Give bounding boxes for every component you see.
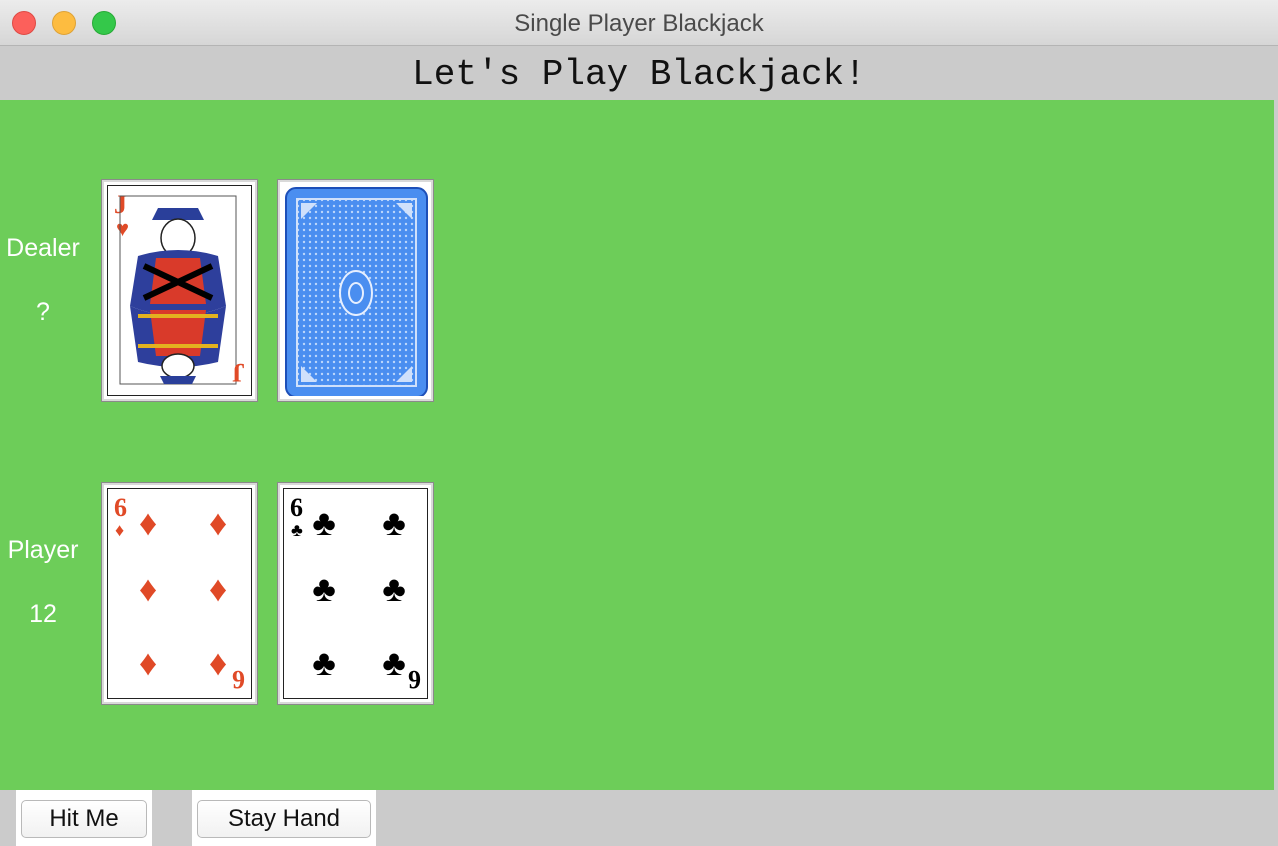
card-rank-inverted: 6 bbox=[232, 665, 245, 694]
dealer-label: Dealer bbox=[6, 234, 80, 262]
club-pip: ♣ bbox=[382, 568, 406, 609]
club-pip: ♣ bbox=[382, 642, 406, 683]
diamond-pip: ♦ bbox=[208, 502, 228, 543]
club-pip: ♣ bbox=[312, 642, 336, 683]
card-suit: ♣ bbox=[291, 520, 303, 540]
diamond-pip: ♦ bbox=[138, 502, 158, 543]
dealer-score: ? bbox=[36, 298, 50, 326]
dealer-card-jack-hearts: J ♥ J bbox=[101, 179, 258, 402]
card-rank-inverted: J bbox=[232, 358, 245, 387]
stay-hand-button[interactable]: Stay Hand bbox=[197, 800, 371, 838]
jack-illustration bbox=[119, 195, 237, 385]
diamond-pip: ♦ bbox=[138, 642, 158, 683]
player-card-6-clubs: 6 ♣ ♣ ♣ ♣ ♣ ♣ ♣ 6 bbox=[277, 482, 434, 705]
game-heading: Let's Play Blackjack! bbox=[412, 54, 866, 95]
dealer-card-hidden bbox=[277, 179, 434, 402]
diamond-pip: ♦ bbox=[138, 568, 158, 609]
card-rank: 6 bbox=[114, 493, 127, 522]
player-card-6-diamonds: 6 ♦ ♦ ♦ ♦ ♦ ♦ ♦ 6 bbox=[101, 482, 258, 705]
heading-band: Let's Play Blackjack! bbox=[0, 46, 1278, 100]
stay-button-well: Stay Hand bbox=[192, 790, 376, 846]
hit-me-button[interactable]: Hit Me bbox=[21, 800, 147, 838]
card-table: Dealer ? J ♥ J Player 12 6 ♦ ♦ ♦ ♦ ♦ ♦ ♦… bbox=[0, 100, 1274, 790]
player-score: 12 bbox=[29, 600, 57, 628]
card-suit: ♦ bbox=[115, 520, 125, 540]
card-rank-inverted: 6 bbox=[408, 665, 421, 694]
club-pip: ♣ bbox=[312, 502, 336, 543]
club-pip: ♣ bbox=[312, 568, 336, 609]
diamond-pip: ♦ bbox=[208, 642, 228, 683]
window-title: Single Player Blackjack bbox=[514, 10, 764, 37]
card-rank: 6 bbox=[290, 493, 303, 522]
card-back-pattern bbox=[285, 187, 428, 396]
player-label: Player bbox=[7, 536, 79, 564]
club-pip: ♣ bbox=[382, 502, 406, 543]
diamond-pip: ♦ bbox=[208, 568, 228, 609]
button-bar: Hit Me Stay Hand bbox=[0, 790, 1278, 846]
hit-button-well: Hit Me bbox=[16, 790, 152, 846]
window-titlebar: Single Player Blackjack bbox=[0, 0, 1278, 46]
